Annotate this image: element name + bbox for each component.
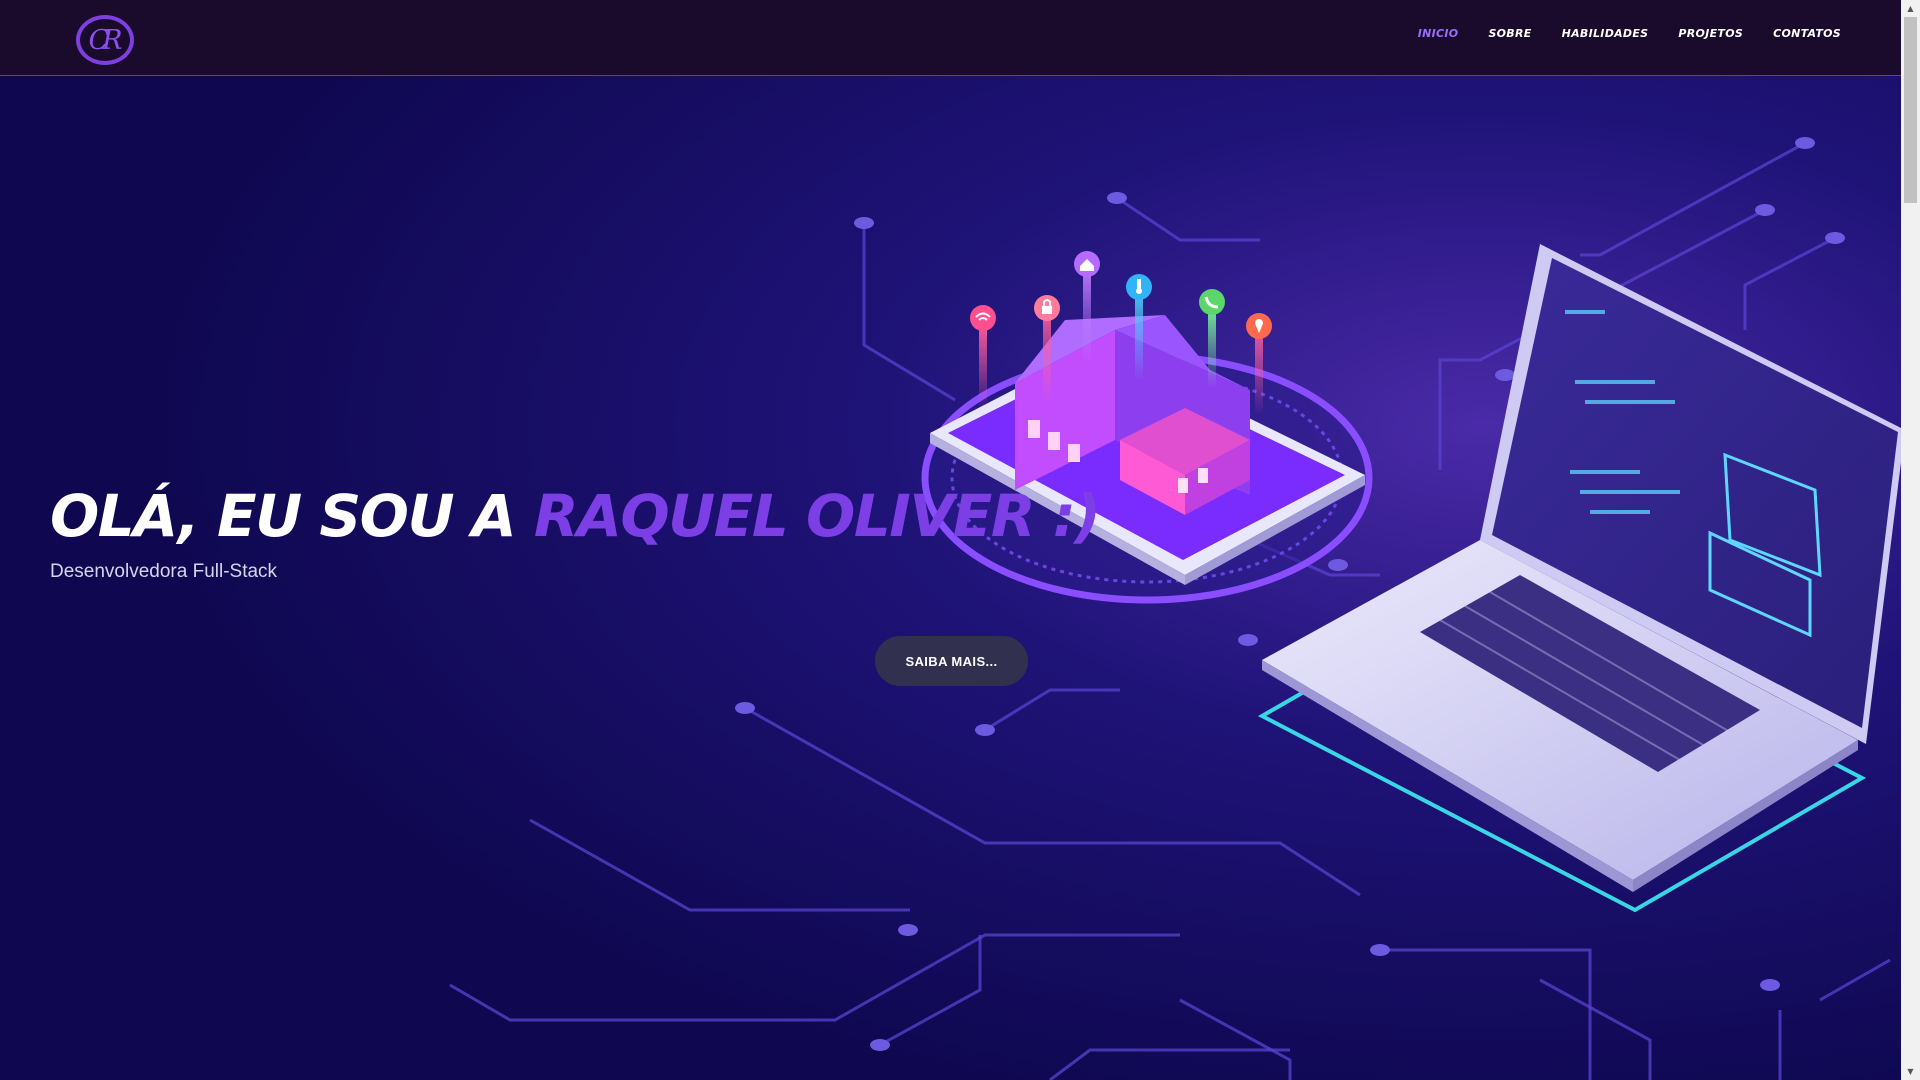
- hero-title-prefix: OLÁ, EU SOU A: [50, 482, 534, 550]
- hero-title: OLÁ, EU SOU A RAQUEL OLIVER :): [50, 482, 1101, 550]
- main-nav: INICIO SOBRE HABILIDADES PROJETOS CONTAT…: [1388, 27, 1841, 40]
- scroll-down-arrow-icon[interactable]: ▼: [1901, 1063, 1920, 1080]
- home-icon: [1074, 251, 1100, 277]
- saiba-mais-button[interactable]: SAIBA MAIS...: [875, 636, 1028, 686]
- logo-monogram: CR: [88, 24, 123, 56]
- hero-subtitle: Desenvolvedora Full-Stack: [50, 561, 278, 582]
- location-pin-icon: [1246, 313, 1272, 339]
- nav-habilidades[interactable]: HABILIDADES: [1562, 27, 1649, 40]
- wifi-icon: [970, 305, 996, 331]
- nav-projetos[interactable]: PROJETOS: [1678, 27, 1743, 40]
- nav-inicio[interactable]: INICIO: [1418, 27, 1459, 40]
- top-navbar: CR INICIO SOBRE HABILIDADES PROJETOS CON…: [0, 0, 1901, 76]
- vertical-scrollbar[interactable]: ▲ ▼: [1901, 0, 1920, 1080]
- scroll-thumb[interactable]: [1904, 17, 1917, 203]
- thermometer-icon: [1126, 274, 1152, 300]
- phone-icon: [1199, 289, 1225, 315]
- portfolio-page: CR INICIO SOBRE HABILIDADES PROJETOS CON…: [0, 0, 1901, 1080]
- hero-title-name: RAQUEL OLIVER :): [533, 482, 1101, 550]
- hero-illustration: [0, 76, 1901, 1080]
- lock-icon: [1034, 295, 1060, 321]
- nav-contatos[interactable]: CONTATOS: [1773, 27, 1841, 40]
- nav-sobre[interactable]: SOBRE: [1488, 27, 1531, 40]
- scroll-up-arrow-icon[interactable]: ▲: [1901, 0, 1920, 17]
- logo[interactable]: CR: [76, 15, 134, 65]
